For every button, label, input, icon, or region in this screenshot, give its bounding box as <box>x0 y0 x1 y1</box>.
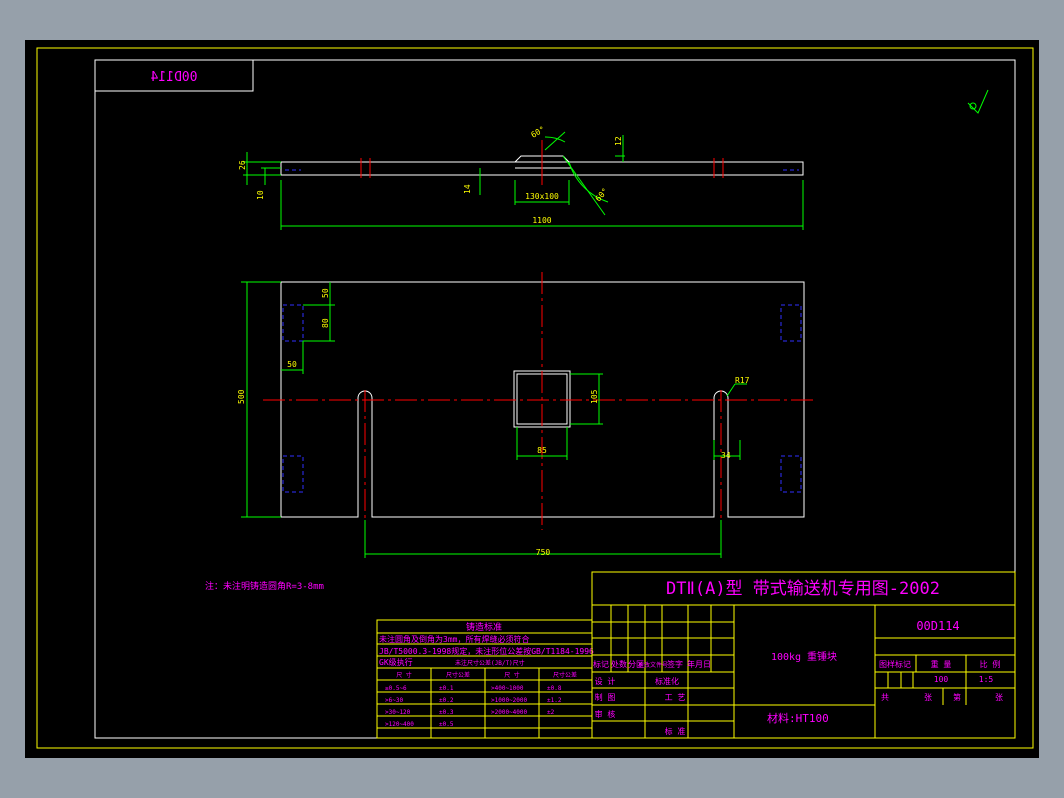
casting-standard-grade: GK级执行 <box>379 657 413 667</box>
rev-header: 年月日 <box>687 659 711 669</box>
dim-750: 750 <box>536 548 551 557</box>
table-cell: ±0.1 <box>439 685 454 692</box>
drawing-number: 00D114 <box>916 619 959 633</box>
dim-r17: R17 <box>735 376 750 385</box>
sheets-label: 张 <box>924 693 932 702</box>
table-header: 尺 寸 <box>396 671 412 679</box>
drawing-label: 制 图 <box>595 692 616 702</box>
table-cell: ±1.2 <box>547 697 562 704</box>
rev-header: 标记 <box>593 659 609 669</box>
part-name: 100kg 重锤块 <box>771 650 837 663</box>
dim-slot: 130x100 <box>525 192 559 201</box>
dim-14: 14 <box>463 184 472 194</box>
table-cell: >120~400 <box>385 721 414 728</box>
weight-value: 100 <box>934 675 949 684</box>
drawing-number-mirrored: 00D114 <box>150 70 197 85</box>
title-block: DTⅡ(A)型 带式输送机专用图-2002 00D114 100kg 重锤块 材… <box>591 571 1016 739</box>
table-cell: >6~30 <box>385 697 403 704</box>
outer-border <box>36 47 1034 749</box>
casting-note: 注：未注明铸造圆角R=3-8mm <box>205 580 324 592</box>
dim-12: 12 <box>614 136 623 146</box>
approve-label: 标 准 <box>665 726 686 736</box>
roughness-symbol <box>967 89 989 114</box>
table-header: 尺 寸 <box>504 671 520 679</box>
sheet-no-label: 第 <box>953 692 961 702</box>
table-cell: ≥0.5~6 <box>385 685 407 692</box>
sheet-label: 张 <box>995 693 1003 702</box>
title: DTⅡ(A)型 带式输送机专用图-2002 <box>666 579 940 599</box>
standardization-label: 标准化 <box>655 676 679 686</box>
casting-standard-title: 铸造标准 <box>466 621 502 633</box>
dim-length: 1100 <box>532 216 551 225</box>
rev-header: 处数 <box>611 659 627 669</box>
dim-10: 10 <box>256 190 265 200</box>
weight-label: 重 量 <box>931 659 952 669</box>
table-cell: >2000~4000 <box>491 709 528 716</box>
table-cell: ±0.5 <box>439 721 454 728</box>
process-label: 工 艺 <box>665 693 686 702</box>
side-view: 26 10 14 60° 60° 12 130x100 1100 <box>238 125 804 230</box>
material: 材料:HT100 <box>767 711 829 725</box>
table-cell: ±2 <box>547 709 555 716</box>
cad-drawing: 00D114 26 10 14 60° 60° 12 130x100 1100 … <box>36 47 1034 749</box>
casting-standard-line2: JB/T5000.3-1998规定，未注形位公差按GB/T1184-1996 <box>379 646 594 656</box>
table-header: 尺寸公差 <box>446 671 470 679</box>
dim-50-top: 50 <box>321 288 330 298</box>
dim-105: 105 <box>590 389 599 404</box>
rev-header: 更改文件号 <box>638 661 668 669</box>
casting-standard-subhead: 未注尺寸公差(JB/T)尺寸 <box>455 659 525 667</box>
scale-value: 1:5 <box>979 675 994 684</box>
dim-50-left: 50 <box>287 360 297 369</box>
drawing-sheet: 00D114 26 10 14 60° 60° 12 130x100 1100 … <box>25 40 1039 758</box>
table-cell: >400~1000 <box>491 685 524 692</box>
rev-header: 签字 <box>667 659 683 669</box>
total-label: 共 <box>881 693 889 702</box>
scale-label: 比 例 <box>980 659 1001 669</box>
dim-80: 80 <box>321 318 330 328</box>
table-cell: ±0.3 <box>439 709 454 716</box>
dim-85: 85 <box>537 446 547 455</box>
casting-standard-table: 铸造标准 未注圆角及倒角为3mm，所有焊缝必须符合 JB/T5000.3-199… <box>376 619 594 739</box>
dim-26: 26 <box>238 160 247 170</box>
table-cell: ±0.2 <box>439 697 454 704</box>
dim-angle-top: 60° <box>530 125 547 140</box>
table-cell: >1000~2000 <box>491 697 528 704</box>
review-label: 审 核 <box>595 709 616 719</box>
stage-mark-label: 图样标记 <box>879 659 911 669</box>
dim-500: 500 <box>237 389 246 404</box>
casting-standard-line1: 未注圆角及倒角为3mm，所有焊缝必须符合 <box>379 634 529 644</box>
table-header: 尺寸公差 <box>553 671 577 679</box>
dim-34: 34 <box>721 451 731 460</box>
plan-view: 50 80 50 500 105 85 R17 34 750 <box>237 272 815 558</box>
design-label: 设 计 <box>595 676 616 686</box>
table-cell: >30~120 <box>385 709 411 716</box>
dim-angle-bottom: 60° <box>594 186 610 203</box>
table-cell: ±0.8 <box>547 685 562 692</box>
